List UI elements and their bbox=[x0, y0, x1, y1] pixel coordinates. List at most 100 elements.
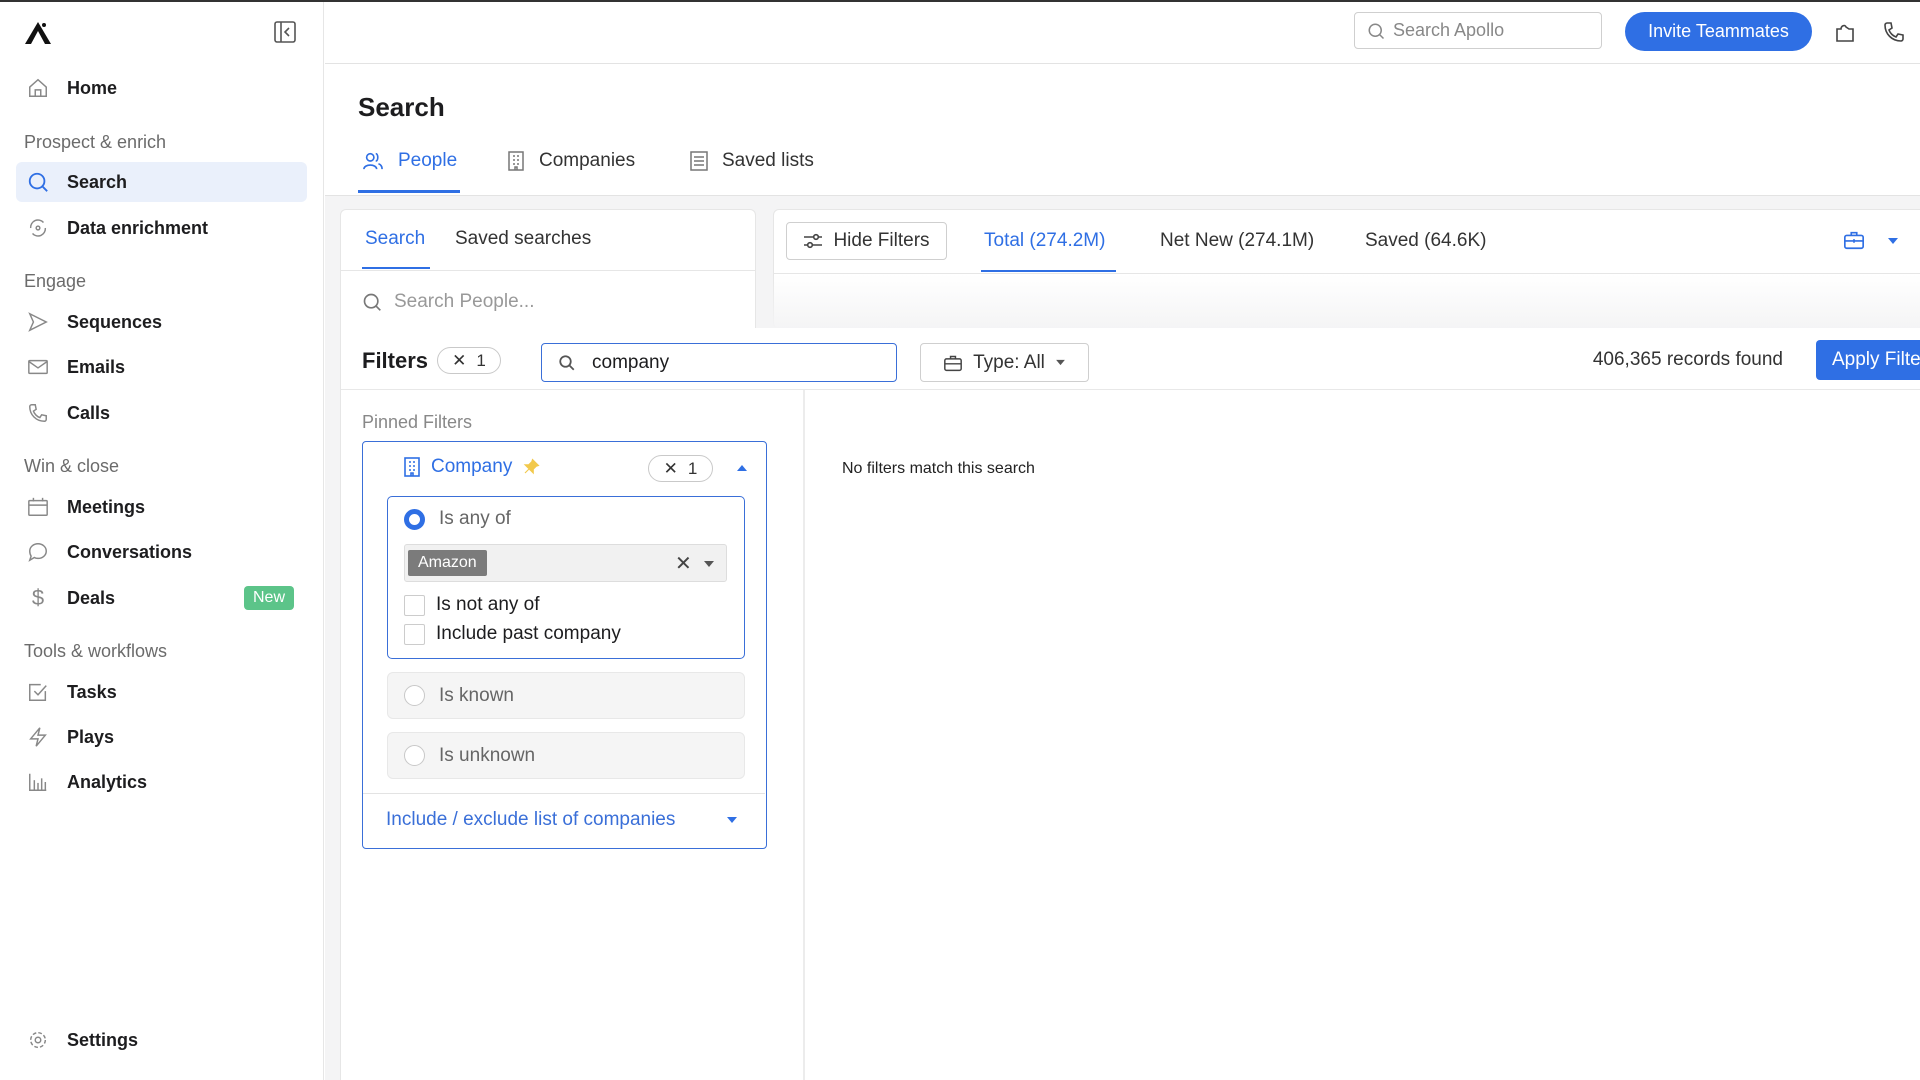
subtab-search[interactable]: Search bbox=[365, 228, 425, 250]
global-search-input[interactable]: Search Apollo bbox=[1354, 12, 1602, 49]
sidebar-item-settings[interactable]: Settings bbox=[16, 1020, 307, 1060]
is-any-of-radio[interactable]: Is any of bbox=[404, 508, 511, 530]
divider bbox=[341, 270, 755, 271]
search-people-placeholder: Search People... bbox=[394, 291, 535, 312]
filter-search-input[interactable]: company bbox=[541, 343, 897, 382]
send-icon bbox=[26, 310, 50, 334]
sidebar-item-sequences[interactable]: Sequences bbox=[16, 302, 307, 342]
clear-filters-pill[interactable]: ✕ 1 bbox=[437, 347, 501, 374]
sidebar-item-emails[interactable]: Emails bbox=[16, 347, 307, 387]
company-filter-label: Company bbox=[431, 456, 513, 477]
is-not-any-of-label: Is not any of bbox=[436, 594, 540, 615]
is-not-any-of-checkbox[interactable] bbox=[404, 595, 425, 616]
caret-down-icon[interactable] bbox=[1887, 237, 1899, 245]
sidebar-item-label: Analytics bbox=[67, 771, 148, 792]
tab-saved-lists[interactable]: Saved lists bbox=[690, 150, 814, 172]
fade-overlay bbox=[757, 274, 1920, 330]
radio-unselected bbox=[404, 685, 425, 706]
sidebar-item-data-enrichment[interactable]: Data enrichment bbox=[16, 208, 307, 248]
sidebar-item-calls[interactable]: Calls bbox=[16, 393, 307, 433]
caret-down-icon bbox=[1055, 359, 1066, 366]
caret-down-icon[interactable] bbox=[703, 560, 715, 568]
mail-icon bbox=[26, 355, 50, 379]
caret-down-icon bbox=[726, 816, 738, 824]
no-filters-message: No filters match this search bbox=[842, 460, 1035, 477]
sidebar-item-search[interactable]: Search bbox=[16, 162, 307, 202]
page-title: Search bbox=[358, 92, 445, 122]
tab-net-new[interactable]: Net New (274.1M) bbox=[1160, 230, 1314, 252]
filters-count: 1 bbox=[476, 350, 486, 370]
is-any-of-label: Is any of bbox=[439, 508, 511, 529]
pin-icon[interactable] bbox=[522, 458, 540, 476]
sidebar: Home Prospect & enrich Search Data enric… bbox=[0, 2, 324, 1080]
extension-icon[interactable] bbox=[1833, 20, 1857, 44]
clear-company-filter-pill[interactable]: ✕ 1 bbox=[648, 455, 713, 482]
hide-filters-label: Hide Filters bbox=[833, 230, 930, 251]
caret-up-icon[interactable] bbox=[736, 464, 748, 472]
collapse-sidebar-icon[interactable] bbox=[273, 20, 297, 44]
radio-unselected bbox=[404, 745, 425, 766]
sliders-icon bbox=[803, 233, 823, 249]
calendar-icon bbox=[26, 495, 50, 519]
sidebar-item-label: Home bbox=[67, 77, 118, 98]
close-icon: ✕ bbox=[663, 458, 678, 478]
include-exclude-list-toggle[interactable]: Include / exclude list of companies bbox=[386, 809, 746, 831]
new-badge: New bbox=[243, 586, 294, 610]
sidebar-item-conversations[interactable]: Conversations bbox=[16, 532, 307, 572]
sidebar-item-tasks[interactable]: Tasks bbox=[16, 672, 307, 712]
apollo-logo[interactable] bbox=[23, 20, 53, 46]
company-select[interactable]: Amazon ✕ bbox=[404, 544, 727, 582]
type-dropdown[interactable]: Type: All bbox=[920, 343, 1089, 382]
filters-title: Filters bbox=[362, 348, 429, 373]
tab-companies[interactable]: Companies bbox=[507, 150, 635, 172]
tab-label: Saved lists bbox=[722, 150, 814, 171]
search-people-input[interactable]: Search People... bbox=[362, 288, 742, 316]
sidebar-item-analytics[interactable]: Analytics bbox=[16, 762, 307, 802]
section-win-close: Win & close bbox=[24, 456, 120, 476]
bar-chart-icon bbox=[26, 770, 50, 794]
briefcase-icon[interactable] bbox=[1843, 229, 1865, 251]
search-icon bbox=[558, 354, 576, 372]
is-unknown-option[interactable]: Is unknown bbox=[387, 732, 745, 779]
hide-filters-button[interactable]: Hide Filters bbox=[786, 222, 947, 260]
records-found: 406,365 records found bbox=[1592, 349, 1783, 370]
building-icon bbox=[403, 457, 421, 477]
tab-people[interactable]: People bbox=[362, 150, 457, 172]
divider bbox=[363, 793, 765, 794]
building-icon bbox=[507, 151, 525, 171]
invite-teammates-button[interactable]: Invite Teammates bbox=[1625, 12, 1812, 51]
tab-total[interactable]: Total (274.2M) bbox=[984, 230, 1105, 252]
radio-selected bbox=[404, 508, 425, 530]
sidebar-item-plays[interactable]: Plays bbox=[16, 717, 307, 757]
section-tools-workflows: Tools & workflows bbox=[24, 641, 168, 661]
sidebar-item-meetings[interactable]: Meetings bbox=[16, 487, 307, 527]
phone-icon[interactable] bbox=[1882, 20, 1906, 44]
chat-icon bbox=[26, 540, 50, 564]
checkbox-icon bbox=[26, 680, 50, 704]
refresh-icon bbox=[26, 216, 50, 240]
divider-vertical bbox=[803, 390, 805, 1080]
search-placeholder: Search Apollo bbox=[1393, 20, 1505, 40]
tab-label: People bbox=[398, 150, 458, 171]
include-past-company-checkbox[interactable] bbox=[404, 624, 425, 645]
section-engage: Engage bbox=[24, 271, 87, 291]
apply-filters-button[interactable]: Apply Filters bbox=[1816, 340, 1920, 380]
company-filter-header[interactable]: Company bbox=[403, 456, 540, 478]
clear-selection-icon[interactable]: ✕ bbox=[675, 551, 692, 576]
sidebar-item-home[interactable]: Home bbox=[16, 68, 307, 108]
search-icon bbox=[1367, 22, 1385, 40]
sidebar-item-label: Search bbox=[67, 171, 128, 192]
sidebar-item-deals[interactable]: $ Deals New bbox=[16, 578, 307, 618]
tab-underline bbox=[981, 270, 1116, 272]
subtab-saved-searches[interactable]: Saved searches bbox=[455, 228, 591, 250]
sidebar-item-label: Settings bbox=[67, 1029, 139, 1050]
gear-icon bbox=[26, 1028, 50, 1052]
is-known-option[interactable]: Is known bbox=[387, 672, 745, 719]
sidebar-item-label: Data enrichment bbox=[67, 217, 209, 238]
selected-company-tag[interactable]: Amazon bbox=[408, 550, 487, 576]
include-exclude-label: Include / exclude list of companies bbox=[386, 809, 676, 830]
type-label: Type: All bbox=[973, 351, 1045, 373]
home-icon bbox=[26, 76, 50, 100]
tab-saved[interactable]: Saved (64.6K) bbox=[1365, 230, 1486, 252]
include-past-company-label: Include past company bbox=[436, 623, 621, 644]
